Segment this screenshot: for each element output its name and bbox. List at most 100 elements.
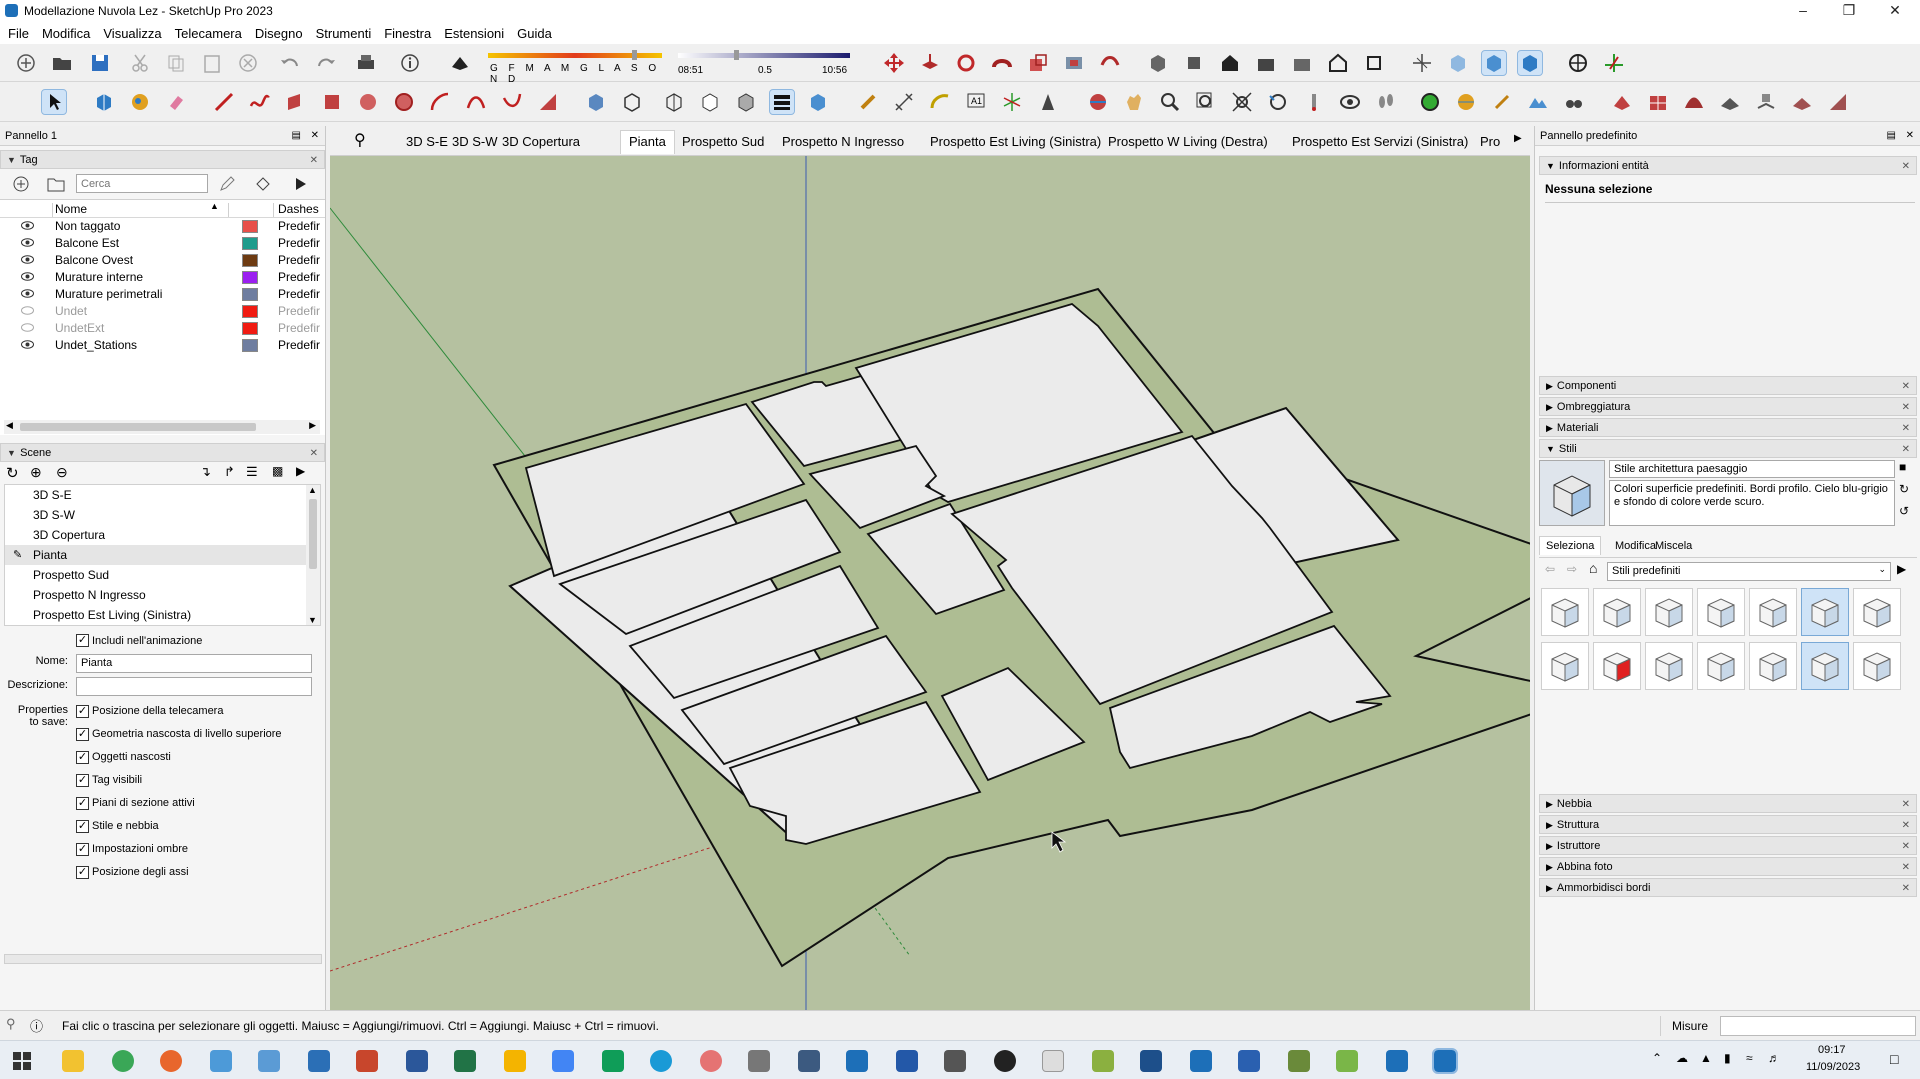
app-icon[interactable] bbox=[1042, 1050, 1064, 1072]
style-thumbnail[interactable] bbox=[1593, 642, 1641, 690]
tape-measure-icon[interactable] bbox=[856, 90, 880, 114]
cut-icon[interactable] bbox=[128, 51, 152, 75]
3d-viewport[interactable] bbox=[330, 156, 1530, 1010]
tab-seleziona[interactable]: Seleziona bbox=[1539, 536, 1602, 555]
move-scene-up-icon[interactable]: ↱ bbox=[224, 464, 235, 480]
property-checkbox[interactable]: ✓ bbox=[76, 797, 89, 810]
google-sheets-icon[interactable] bbox=[602, 1050, 624, 1072]
section-close-icon[interactable]: ✕ bbox=[310, 444, 318, 463]
left-view-icon[interactable] bbox=[1326, 51, 1350, 75]
tag-color-swatch[interactable] bbox=[242, 237, 258, 250]
rotated-rectangle-icon[interactable] bbox=[320, 90, 344, 114]
open-folder-icon[interactable] bbox=[50, 51, 74, 75]
binoculars-icon[interactable] bbox=[1562, 90, 1586, 114]
style-thumbnail[interactable] bbox=[1697, 588, 1745, 636]
orbit-icon[interactable] bbox=[1086, 90, 1110, 114]
line-icon[interactable] bbox=[212, 90, 236, 114]
details-arrow-icon[interactable]: ▶ bbox=[1897, 562, 1906, 576]
name-column-header[interactable]: Nome bbox=[55, 202, 87, 216]
style-thumbnail[interactable] bbox=[1801, 642, 1849, 690]
polygon-icon[interactable] bbox=[392, 90, 416, 114]
section-close-icon[interactable]: ✕ bbox=[1902, 816, 1910, 835]
erase-icon[interactable] bbox=[236, 51, 260, 75]
eye-icon[interactable] bbox=[21, 237, 34, 248]
style-description-field[interactable]: Colori superficie predefiniti. Bordi pro… bbox=[1609, 480, 1895, 526]
right-view-icon[interactable] bbox=[1254, 51, 1278, 75]
follow-me-icon[interactable] bbox=[990, 51, 1014, 75]
bottom-view-icon[interactable] bbox=[1362, 51, 1386, 75]
menu-finestra[interactable]: Finestra bbox=[384, 26, 440, 41]
section-close-icon[interactable]: ✕ bbox=[1902, 377, 1910, 396]
scene-tab[interactable]: Prospetto Sud bbox=[682, 134, 764, 149]
clock-date[interactable]: 11/09/2023 bbox=[1806, 1061, 1860, 1073]
section-plane-icon[interactable] bbox=[1602, 51, 1626, 75]
pin-icon[interactable]: ▤ bbox=[1887, 126, 1896, 146]
iso-view-icon[interactable] bbox=[1146, 51, 1170, 75]
panel-hscrollbar[interactable] bbox=[4, 954, 322, 964]
tag-row[interactable]: Undet_Stations Predefir bbox=[0, 337, 325, 354]
three-point-arc-icon[interactable] bbox=[500, 90, 524, 114]
scene-tab[interactable]: Prospetto Est Living (Sinistra) bbox=[930, 134, 1101, 149]
eye-icon[interactable] bbox=[21, 271, 34, 282]
tag-row[interactable]: Balcone Est Predefir bbox=[0, 235, 325, 252]
scene-list-item[interactable]: 3D S-W bbox=[5, 505, 320, 525]
scene-details-arrow-icon[interactable]: ▶ bbox=[296, 464, 305, 478]
shadow-time-slider[interactable]: G F M A M G L A S O N D bbox=[486, 50, 664, 85]
scroll-right-icon[interactable]: ▶ bbox=[309, 420, 316, 431]
entity-info-header[interactable]: ▼ Informazioni entità ✕ bbox=[1539, 156, 1917, 175]
copy-icon[interactable] bbox=[164, 51, 188, 75]
tag-color-swatch[interactable] bbox=[242, 254, 258, 267]
thumbnail-icon[interactable]: ▩ bbox=[272, 464, 283, 478]
style-collection-dropdown[interactable]: Stili predefiniti ⌄ bbox=[1607, 562, 1891, 581]
scene-tab[interactable]: Prospetto N Ingresso bbox=[782, 134, 904, 149]
property-checkbox[interactable]: ✓ bbox=[76, 751, 89, 764]
offset-icon[interactable] bbox=[1062, 51, 1086, 75]
cloud-icon[interactable]: ☁ bbox=[1676, 1051, 1688, 1065]
scale-icon[interactable] bbox=[1026, 51, 1050, 75]
property-checkbox[interactable]: ✓ bbox=[76, 705, 89, 718]
close-button[interactable]: ✕ bbox=[1872, 0, 1918, 22]
style-thumbnail[interactable] bbox=[1801, 588, 1849, 636]
app-icon[interactable] bbox=[944, 1050, 966, 1072]
tag-pencil-icon[interactable] bbox=[218, 175, 236, 193]
wireframe-icon[interactable] bbox=[662, 90, 686, 114]
panel-close-icon[interactable]: ✕ bbox=[311, 126, 319, 146]
section-close-icon[interactable]: ✕ bbox=[1902, 879, 1910, 898]
include-animation-checkbox[interactable]: ✓ bbox=[76, 634, 89, 647]
eye-icon[interactable] bbox=[21, 288, 34, 299]
scene-name-field[interactable]: Pianta bbox=[76, 654, 312, 673]
app-icon[interactable] bbox=[258, 1050, 280, 1072]
panel-section-header[interactable]: ▶ Ombreggiatura ✕ bbox=[1539, 397, 1917, 416]
panel-section-header[interactable]: ▶ Struttura ✕ bbox=[1539, 815, 1917, 834]
look-around-icon[interactable] bbox=[1338, 90, 1362, 114]
axes-icon[interactable] bbox=[1566, 51, 1590, 75]
sandbox-icon[interactable] bbox=[1418, 90, 1442, 114]
eye-icon[interactable] bbox=[21, 339, 34, 350]
scroll-left-icon[interactable]: ◀ bbox=[6, 420, 13, 431]
create-style-icon[interactable]: ■ bbox=[1899, 460, 1906, 474]
google-keep-icon[interactable] bbox=[504, 1050, 526, 1072]
scene-tab[interactable]: Prospetto W Living (Destra) bbox=[1108, 134, 1268, 149]
eraser-icon[interactable] bbox=[164, 90, 188, 114]
style-thumbnail[interactable] bbox=[1645, 642, 1693, 690]
menu-estensioni[interactable]: Estensioni bbox=[444, 26, 513, 41]
axes-tool-icon[interactable] bbox=[1000, 90, 1024, 114]
scene-list-item[interactable]: ✎ Pianta bbox=[5, 545, 320, 565]
style-thumbnail[interactable] bbox=[1593, 588, 1641, 636]
style-thumbnail[interactable] bbox=[1645, 588, 1693, 636]
tab-miscela[interactable]: Miscela bbox=[1655, 540, 1692, 552]
flip-edge-icon[interactable] bbox=[1826, 90, 1850, 114]
eye-hidden-icon[interactable] bbox=[21, 322, 34, 333]
update-style-icon[interactable]: ↻ bbox=[1899, 482, 1909, 496]
panel-section-header[interactable]: ▶ Abbina foto ✕ bbox=[1539, 857, 1917, 876]
measure-input[interactable] bbox=[1720, 1016, 1916, 1036]
tag-color-by-icon[interactable] bbox=[254, 175, 272, 193]
xray-icon[interactable] bbox=[1410, 51, 1434, 75]
word-icon[interactable] bbox=[406, 1050, 428, 1072]
property-checkbox[interactable]: ✓ bbox=[76, 843, 89, 856]
terrain-icon[interactable] bbox=[1526, 90, 1550, 114]
text-icon[interactable]: A1 bbox=[964, 90, 988, 114]
maximize-button[interactable]: ❐ bbox=[1826, 0, 1872, 22]
back-view-icon[interactable] bbox=[1290, 51, 1314, 75]
clock-time[interactable]: 09:17 bbox=[1818, 1044, 1846, 1056]
